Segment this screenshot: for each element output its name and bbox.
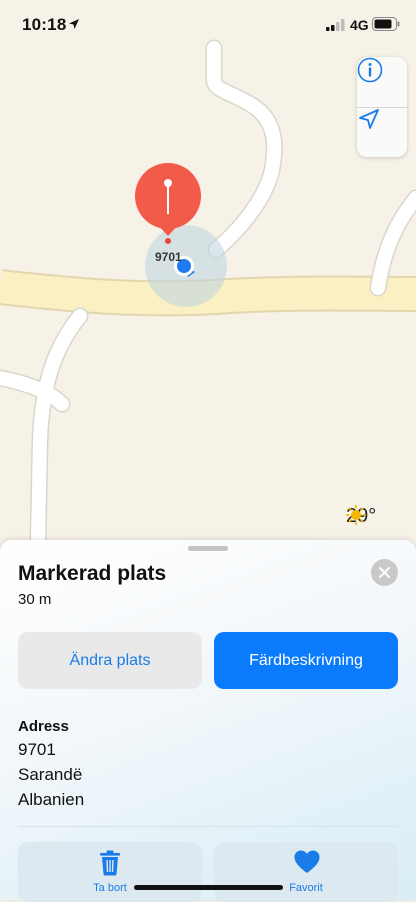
- trash-icon: [100, 850, 120, 876]
- map-controls: [357, 57, 407, 157]
- weather-indicator: 29°: [346, 505, 376, 528]
- address-line: Albanien: [18, 790, 85, 809]
- status-bar: 10:18 4G: [0, 0, 416, 48]
- info-icon: [357, 57, 383, 83]
- heart-icon: [294, 850, 320, 873]
- address-line: 9701: [18, 740, 56, 759]
- sun-icon: [346, 505, 366, 525]
- cellular-signal-icon: [326, 19, 345, 31]
- edit-location-button[interactable]: Ändra plats: [18, 632, 202, 689]
- favorite-button[interactable]: Favorit: [214, 842, 398, 902]
- section-divider: [18, 826, 398, 827]
- battery-icon: [372, 17, 400, 31]
- address-heading: Adress: [18, 718, 69, 735]
- home-indicator[interactable]: [134, 885, 283, 890]
- close-button[interactable]: [371, 559, 398, 586]
- navigation-arrow-icon: [359, 109, 379, 129]
- map-roads: [0, 39, 416, 549]
- place-title: Markerad plats: [18, 562, 167, 585]
- delete-button[interactable]: Ta bort: [18, 842, 202, 902]
- map-view[interactable]: 9701 29°: [0, 0, 416, 560]
- location-arrow-icon: [69, 19, 79, 29]
- address-line: Sarandë: [18, 765, 83, 784]
- map-info-button[interactable]: [357, 57, 407, 107]
- place-sheet: Markerad plats 30 m Ändra plats Färdbesk…: [0, 540, 416, 902]
- network-type: 4G: [350, 17, 369, 33]
- place-distance: 30 m: [18, 591, 52, 608]
- tracking-button[interactable]: [357, 107, 407, 157]
- directions-button[interactable]: Färdbeskrivning: [214, 632, 398, 689]
- status-time: 10:18: [22, 15, 67, 34]
- sheet-grabber[interactable]: [188, 546, 228, 551]
- close-icon: [379, 567, 390, 578]
- pin-label: 9701: [155, 250, 182, 264]
